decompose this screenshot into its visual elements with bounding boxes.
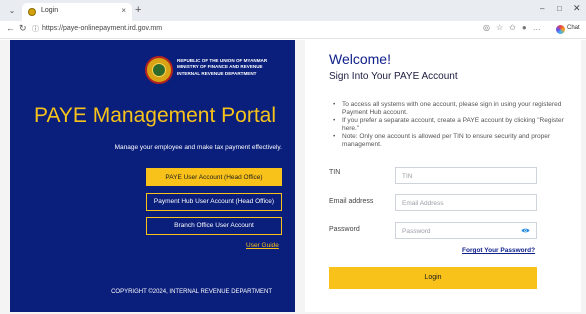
login-panel: Welcome! Sign Into Your PAYE Account To …	[305, 40, 581, 312]
tab-close-icon[interactable]: ×	[121, 6, 126, 15]
tin-input[interactable]	[402, 171, 522, 181]
tin-field	[395, 167, 537, 184]
chat-button[interactable]: Chat	[556, 24, 582, 36]
password-field	[395, 222, 537, 239]
tin-label: TIN	[329, 169, 341, 176]
profile-icon[interactable]: ●	[522, 23, 533, 32]
reload-icon[interactable]: ↻	[19, 23, 27, 34]
welcome-heading: Welcome!	[329, 51, 391, 67]
portal-title: PAYE Management Portal	[34, 104, 277, 127]
branch-office-account-button[interactable]: Branch Office User Account	[146, 217, 282, 235]
tab-title: Login	[41, 7, 59, 14]
copilot-icon	[556, 25, 565, 34]
url-field[interactable]: https://paye-onlinepayment.ird.gov.mm	[42, 25, 162, 32]
signin-title: Sign Into Your PAYE Account	[329, 71, 458, 82]
address-bar-actions: ◎☆✩●…	[483, 23, 547, 32]
user-guide-link[interactable]: User Guide	[246, 242, 279, 249]
note-item: Note: Only one account is allowed per TI…	[333, 133, 569, 149]
window-close-icon[interactable]: ✕	[573, 3, 581, 14]
note-item: If you prefer a separate account, create…	[333, 117, 569, 133]
ministry-heading: REPUBLIC OF THE UNION OF MYANMAR MINISTR…	[177, 58, 287, 77]
email-input[interactable]	[402, 198, 522, 208]
copyright-text: COPYRIGHT ©2024, INTERNAL REVENUE DEPART…	[111, 289, 272, 295]
password-label: Password	[329, 226, 360, 233]
login-notes: To access all systems with one account, …	[333, 101, 569, 149]
window-minimize-icon[interactable]: –	[540, 4, 544, 13]
portal-tagline: Manage your employee and make tax paymen…	[114, 144, 282, 151]
more-menu-icon[interactable]: …	[533, 23, 547, 32]
paye-head-office-button[interactable]: PAYE User Account (Head Office)	[146, 168, 282, 186]
seal-emblem	[152, 63, 166, 77]
site-favicon-icon	[28, 8, 36, 16]
favorites-icon[interactable]: ✩	[509, 23, 522, 32]
email-label: Email address	[329, 198, 374, 205]
ministry-line: INTERNAL REVENUE DEPARTMENT	[177, 70, 257, 76]
window-maximize-icon[interactable]: □	[557, 4, 562, 13]
back-arrow-icon[interactable]: ←	[6, 23, 15, 33]
government-seal-icon	[145, 56, 173, 84]
page-content: REPUBLIC OF THE UNION OF MYANMAR MINISTR…	[0, 40, 586, 314]
email-field	[395, 194, 537, 211]
browser-tab[interactable]: Login ×	[22, 3, 132, 21]
password-input[interactable]	[402, 226, 522, 236]
show-password-eye-icon[interactable]	[521, 227, 530, 234]
payment-hub-account-button[interactable]: Payment Hub User Account (Head Office)	[146, 193, 282, 211]
tab-menu-chevron-icon[interactable]: ⌄	[6, 5, 18, 17]
login-button[interactable]: Login	[329, 267, 537, 289]
address-bar: ← ↻ ⓘ https://paye-onlinepayment.ird.gov…	[0, 21, 586, 39]
site-info-icon[interactable]: ⓘ	[32, 24, 39, 34]
browser-tab-bar: ⌄ Login × + – □ ✕	[0, 0, 586, 21]
tracking-icon[interactable]: ◎	[483, 23, 496, 32]
note-item: To access all systems with one account, …	[333, 101, 569, 117]
portal-info-panel: REPUBLIC OF THE UNION OF MYANMAR MINISTR…	[10, 40, 295, 312]
new-tab-icon[interactable]: +	[135, 4, 141, 16]
chat-label: Chat	[567, 25, 580, 31]
forgot-password-link[interactable]: Forgot Your Password?	[462, 247, 535, 254]
favorite-star-icon[interactable]: ☆	[496, 23, 509, 32]
